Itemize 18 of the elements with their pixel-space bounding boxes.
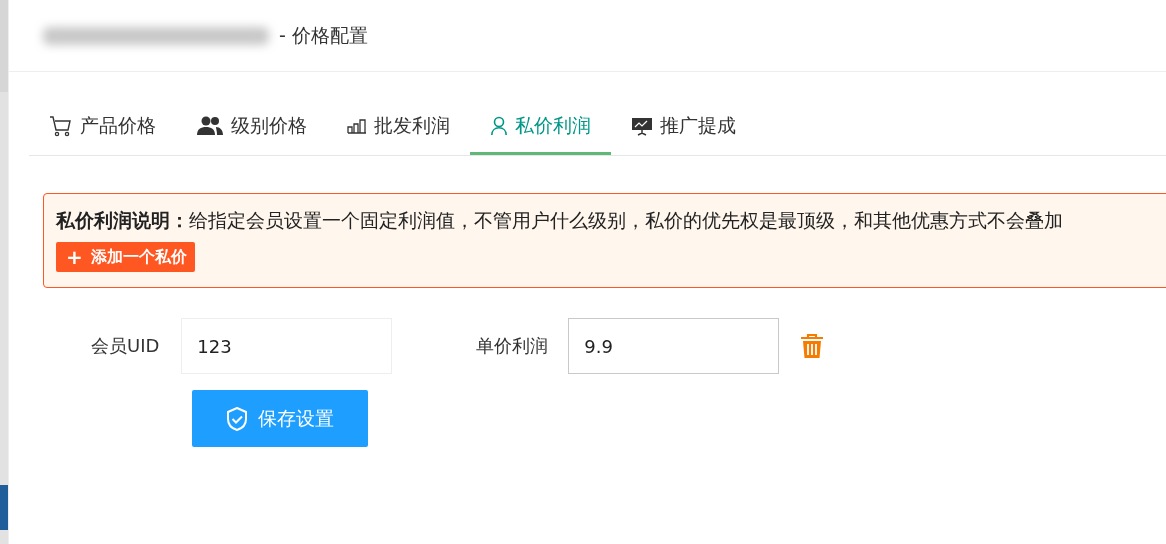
users-icon: [196, 116, 224, 136]
field-label: 会员UID: [91, 334, 160, 358]
tab[interactable]: 产品价格: [29, 100, 176, 155]
input-field[interactable]: 9.9: [568, 318, 780, 374]
tab[interactable]: 批发利润: [327, 100, 470, 155]
trash-icon[interactable]: [799, 333, 826, 359]
tab[interactable]: 级别价格: [176, 100, 327, 155]
notice-text: 私价利润说明：给指定会员设置一个固定利润值，不管用户什么级别，私价的优先权是最顶级，和其他优惠方式不会叠加: [56, 209, 1064, 233]
field-label: 单价利润: [475, 334, 549, 358]
tab[interactable]: 私价利润: [470, 100, 611, 155]
presentation-icon: [631, 116, 653, 136]
window-title: - 价格配置: [279, 22, 368, 48]
shield-check-icon: [226, 406, 248, 431]
user-icon: [490, 116, 508, 136]
tab[interactable]: 推广提成: [611, 100, 756, 155]
input-field[interactable]: 123: [181, 318, 393, 374]
chart-bars-icon: [347, 118, 367, 134]
cart-icon: [49, 115, 73, 137]
